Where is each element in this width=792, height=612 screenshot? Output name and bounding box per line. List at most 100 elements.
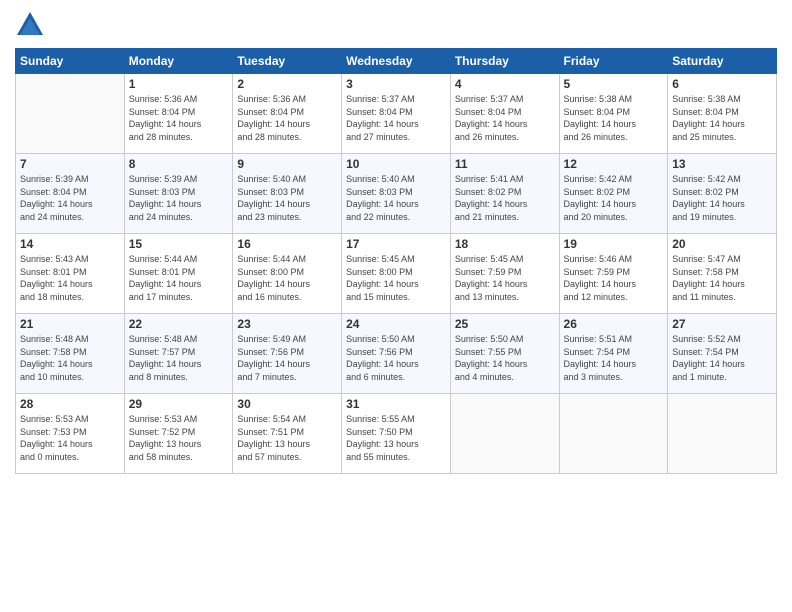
day-info: Sunrise: 5:39 AM Sunset: 8:04 PM Dayligh… xyxy=(20,173,120,223)
calendar-cell: 21 Sunrise: 5:48 AM Sunset: 7:58 PM Dayli… xyxy=(16,314,125,394)
calendar-cell: 7 Sunrise: 5:39 AM Sunset: 8:04 PM Daylig… xyxy=(16,154,125,234)
calendar-cell: 6Sunrise: 5:38 AM Sunset: 8:04 PM Daylig… xyxy=(668,74,777,154)
calendar-week-row: 1 Sunrise: 5:36 AM Sunset: 8:04 PM Daylig… xyxy=(16,74,777,154)
weekday-header: Friday xyxy=(559,49,668,74)
calendar-cell xyxy=(450,394,559,474)
calendar-cell: 18 Sunrise: 5:45 AM Sunset: 7:59 PM Dayli… xyxy=(450,234,559,314)
day-number: 8 xyxy=(129,157,229,171)
day-info: Sunrise: 5:43 AM Sunset: 8:01 PM Dayligh… xyxy=(20,253,120,303)
calendar-cell: 28Sunrise: 5:53 AM Sunset: 7:53 PM Dayli… xyxy=(16,394,125,474)
day-number: 12 xyxy=(564,157,664,171)
day-number: 24 xyxy=(346,317,446,331)
day-number: 1 xyxy=(129,77,229,91)
weekday-header: Sunday xyxy=(16,49,125,74)
calendar-cell: 22 Sunrise: 5:48 AM Sunset: 7:57 PM Dayli… xyxy=(124,314,233,394)
day-info: Sunrise: 5:39 AM Sunset: 8:03 PM Dayligh… xyxy=(129,173,229,223)
day-number: 14 xyxy=(20,237,120,251)
day-info: Sunrise: 5:50 AM Sunset: 7:56 PM Dayligh… xyxy=(346,333,446,383)
calendar-cell: 19 Sunrise: 5:46 AM Sunset: 7:59 PM Dayli… xyxy=(559,234,668,314)
day-info: Sunrise: 5:52 AM Sunset: 7:54 PM Dayligh… xyxy=(672,333,772,383)
day-info: Sunrise: 5:38 AM Sunset: 8:04 PM Dayligh… xyxy=(564,93,664,143)
calendar-cell: 25 Sunrise: 5:50 AM Sunset: 7:55 PM Dayli… xyxy=(450,314,559,394)
page: SundayMondayTuesdayWednesdayThursdayFrid… xyxy=(0,0,792,612)
day-info: Sunrise: 5:49 AM Sunset: 7:56 PM Dayligh… xyxy=(237,333,337,383)
day-info: Sunrise: 5:53 AM Sunset: 7:53 PM Dayligh… xyxy=(20,413,120,463)
calendar-week-row: 28Sunrise: 5:53 AM Sunset: 7:53 PM Dayli… xyxy=(16,394,777,474)
day-number: 21 xyxy=(20,317,120,331)
calendar: SundayMondayTuesdayWednesdayThursdayFrid… xyxy=(15,48,777,474)
day-info: Sunrise: 5:53 AM Sunset: 7:52 PM Dayligh… xyxy=(129,413,229,463)
calendar-cell: 11 Sunrise: 5:41 AM Sunset: 8:02 PM Dayli… xyxy=(450,154,559,234)
logo xyxy=(15,10,47,40)
weekday-header: Saturday xyxy=(668,49,777,74)
day-info: Sunrise: 5:45 AM Sunset: 7:59 PM Dayligh… xyxy=(455,253,555,303)
calendar-cell xyxy=(668,394,777,474)
weekday-header: Thursday xyxy=(450,49,559,74)
day-info: Sunrise: 5:50 AM Sunset: 7:55 PM Dayligh… xyxy=(455,333,555,383)
calendar-cell: 31Sunrise: 5:55 AM Sunset: 7:50 PM Dayli… xyxy=(342,394,451,474)
weekday-header: Monday xyxy=(124,49,233,74)
day-info: Sunrise: 5:44 AM Sunset: 8:00 PM Dayligh… xyxy=(237,253,337,303)
day-number: 29 xyxy=(129,397,229,411)
calendar-cell: 9Sunrise: 5:40 AM Sunset: 8:03 PM Daylig… xyxy=(233,154,342,234)
calendar-cell: 14 Sunrise: 5:43 AM Sunset: 8:01 PM Dayli… xyxy=(16,234,125,314)
calendar-cell xyxy=(559,394,668,474)
day-number: 25 xyxy=(455,317,555,331)
day-number: 11 xyxy=(455,157,555,171)
day-info: Sunrise: 5:48 AM Sunset: 7:58 PM Dayligh… xyxy=(20,333,120,383)
day-number: 18 xyxy=(455,237,555,251)
day-number: 17 xyxy=(346,237,446,251)
day-info: Sunrise: 5:36 AM Sunset: 8:04 PM Dayligh… xyxy=(237,93,337,143)
day-info: Sunrise: 5:40 AM Sunset: 8:03 PM Dayligh… xyxy=(346,173,446,223)
day-number: 7 xyxy=(20,157,120,171)
calendar-cell: 20 Sunrise: 5:47 AM Sunset: 7:58 PM Dayli… xyxy=(668,234,777,314)
day-info: Sunrise: 5:42 AM Sunset: 8:02 PM Dayligh… xyxy=(672,173,772,223)
calendar-cell: 4 Sunrise: 5:37 AM Sunset: 8:04 PM Daylig… xyxy=(450,74,559,154)
day-info: Sunrise: 5:41 AM Sunset: 8:02 PM Dayligh… xyxy=(455,173,555,223)
day-number: 13 xyxy=(672,157,772,171)
day-number: 16 xyxy=(237,237,337,251)
calendar-cell: 8 Sunrise: 5:39 AM Sunset: 8:03 PM Daylig… xyxy=(124,154,233,234)
calendar-cell: 12 Sunrise: 5:42 AM Sunset: 8:02 PM Dayli… xyxy=(559,154,668,234)
calendar-header-row: SundayMondayTuesdayWednesdayThursdayFrid… xyxy=(16,49,777,74)
calendar-cell: 3Sunrise: 5:37 AM Sunset: 8:04 PM Daylig… xyxy=(342,74,451,154)
calendar-cell: 30Sunrise: 5:54 AM Sunset: 7:51 PM Dayli… xyxy=(233,394,342,474)
day-number: 20 xyxy=(672,237,772,251)
calendar-cell: 2 Sunrise: 5:36 AM Sunset: 8:04 PM Daylig… xyxy=(233,74,342,154)
day-number: 30 xyxy=(237,397,337,411)
weekday-header: Wednesday xyxy=(342,49,451,74)
day-number: 6 xyxy=(672,77,772,91)
day-info: Sunrise: 5:40 AM Sunset: 8:03 PM Dayligh… xyxy=(237,173,337,223)
header xyxy=(15,10,777,40)
day-info: Sunrise: 5:44 AM Sunset: 8:01 PM Dayligh… xyxy=(129,253,229,303)
day-number: 3 xyxy=(346,77,446,91)
day-info: Sunrise: 5:48 AM Sunset: 7:57 PM Dayligh… xyxy=(129,333,229,383)
day-info: Sunrise: 5:42 AM Sunset: 8:02 PM Dayligh… xyxy=(564,173,664,223)
calendar-cell: 10 Sunrise: 5:40 AM Sunset: 8:03 PM Dayli… xyxy=(342,154,451,234)
calendar-cell: 29 Sunrise: 5:53 AM Sunset: 7:52 PM Dayli… xyxy=(124,394,233,474)
calendar-cell: 15Sunrise: 5:44 AM Sunset: 8:01 PM Dayli… xyxy=(124,234,233,314)
day-number: 23 xyxy=(237,317,337,331)
day-info: Sunrise: 5:37 AM Sunset: 8:04 PM Dayligh… xyxy=(455,93,555,143)
day-info: Sunrise: 5:55 AM Sunset: 7:50 PM Dayligh… xyxy=(346,413,446,463)
day-info: Sunrise: 5:36 AM Sunset: 8:04 PM Dayligh… xyxy=(129,93,229,143)
day-number: 10 xyxy=(346,157,446,171)
calendar-cell: 26 Sunrise: 5:51 AM Sunset: 7:54 PM Dayli… xyxy=(559,314,668,394)
day-number: 19 xyxy=(564,237,664,251)
day-number: 27 xyxy=(672,317,772,331)
calendar-cell: 27 Sunrise: 5:52 AM Sunset: 7:54 PM Dayli… xyxy=(668,314,777,394)
calendar-cell: 17 Sunrise: 5:45 AM Sunset: 8:00 PM Dayli… xyxy=(342,234,451,314)
day-number: 26 xyxy=(564,317,664,331)
day-info: Sunrise: 5:51 AM Sunset: 7:54 PM Dayligh… xyxy=(564,333,664,383)
day-number: 4 xyxy=(455,77,555,91)
day-info: Sunrise: 5:45 AM Sunset: 8:00 PM Dayligh… xyxy=(346,253,446,303)
calendar-cell: 13 Sunrise: 5:42 AM Sunset: 8:02 PM Dayli… xyxy=(668,154,777,234)
day-number: 2 xyxy=(237,77,337,91)
day-info: Sunrise: 5:46 AM Sunset: 7:59 PM Dayligh… xyxy=(564,253,664,303)
calendar-cell: 24 Sunrise: 5:50 AM Sunset: 7:56 PM Dayli… xyxy=(342,314,451,394)
day-number: 22 xyxy=(129,317,229,331)
day-info: Sunrise: 5:47 AM Sunset: 7:58 PM Dayligh… xyxy=(672,253,772,303)
calendar-cell: 1 Sunrise: 5:36 AM Sunset: 8:04 PM Daylig… xyxy=(124,74,233,154)
logo-icon xyxy=(15,10,45,40)
calendar-week-row: 21 Sunrise: 5:48 AM Sunset: 7:58 PM Dayli… xyxy=(16,314,777,394)
